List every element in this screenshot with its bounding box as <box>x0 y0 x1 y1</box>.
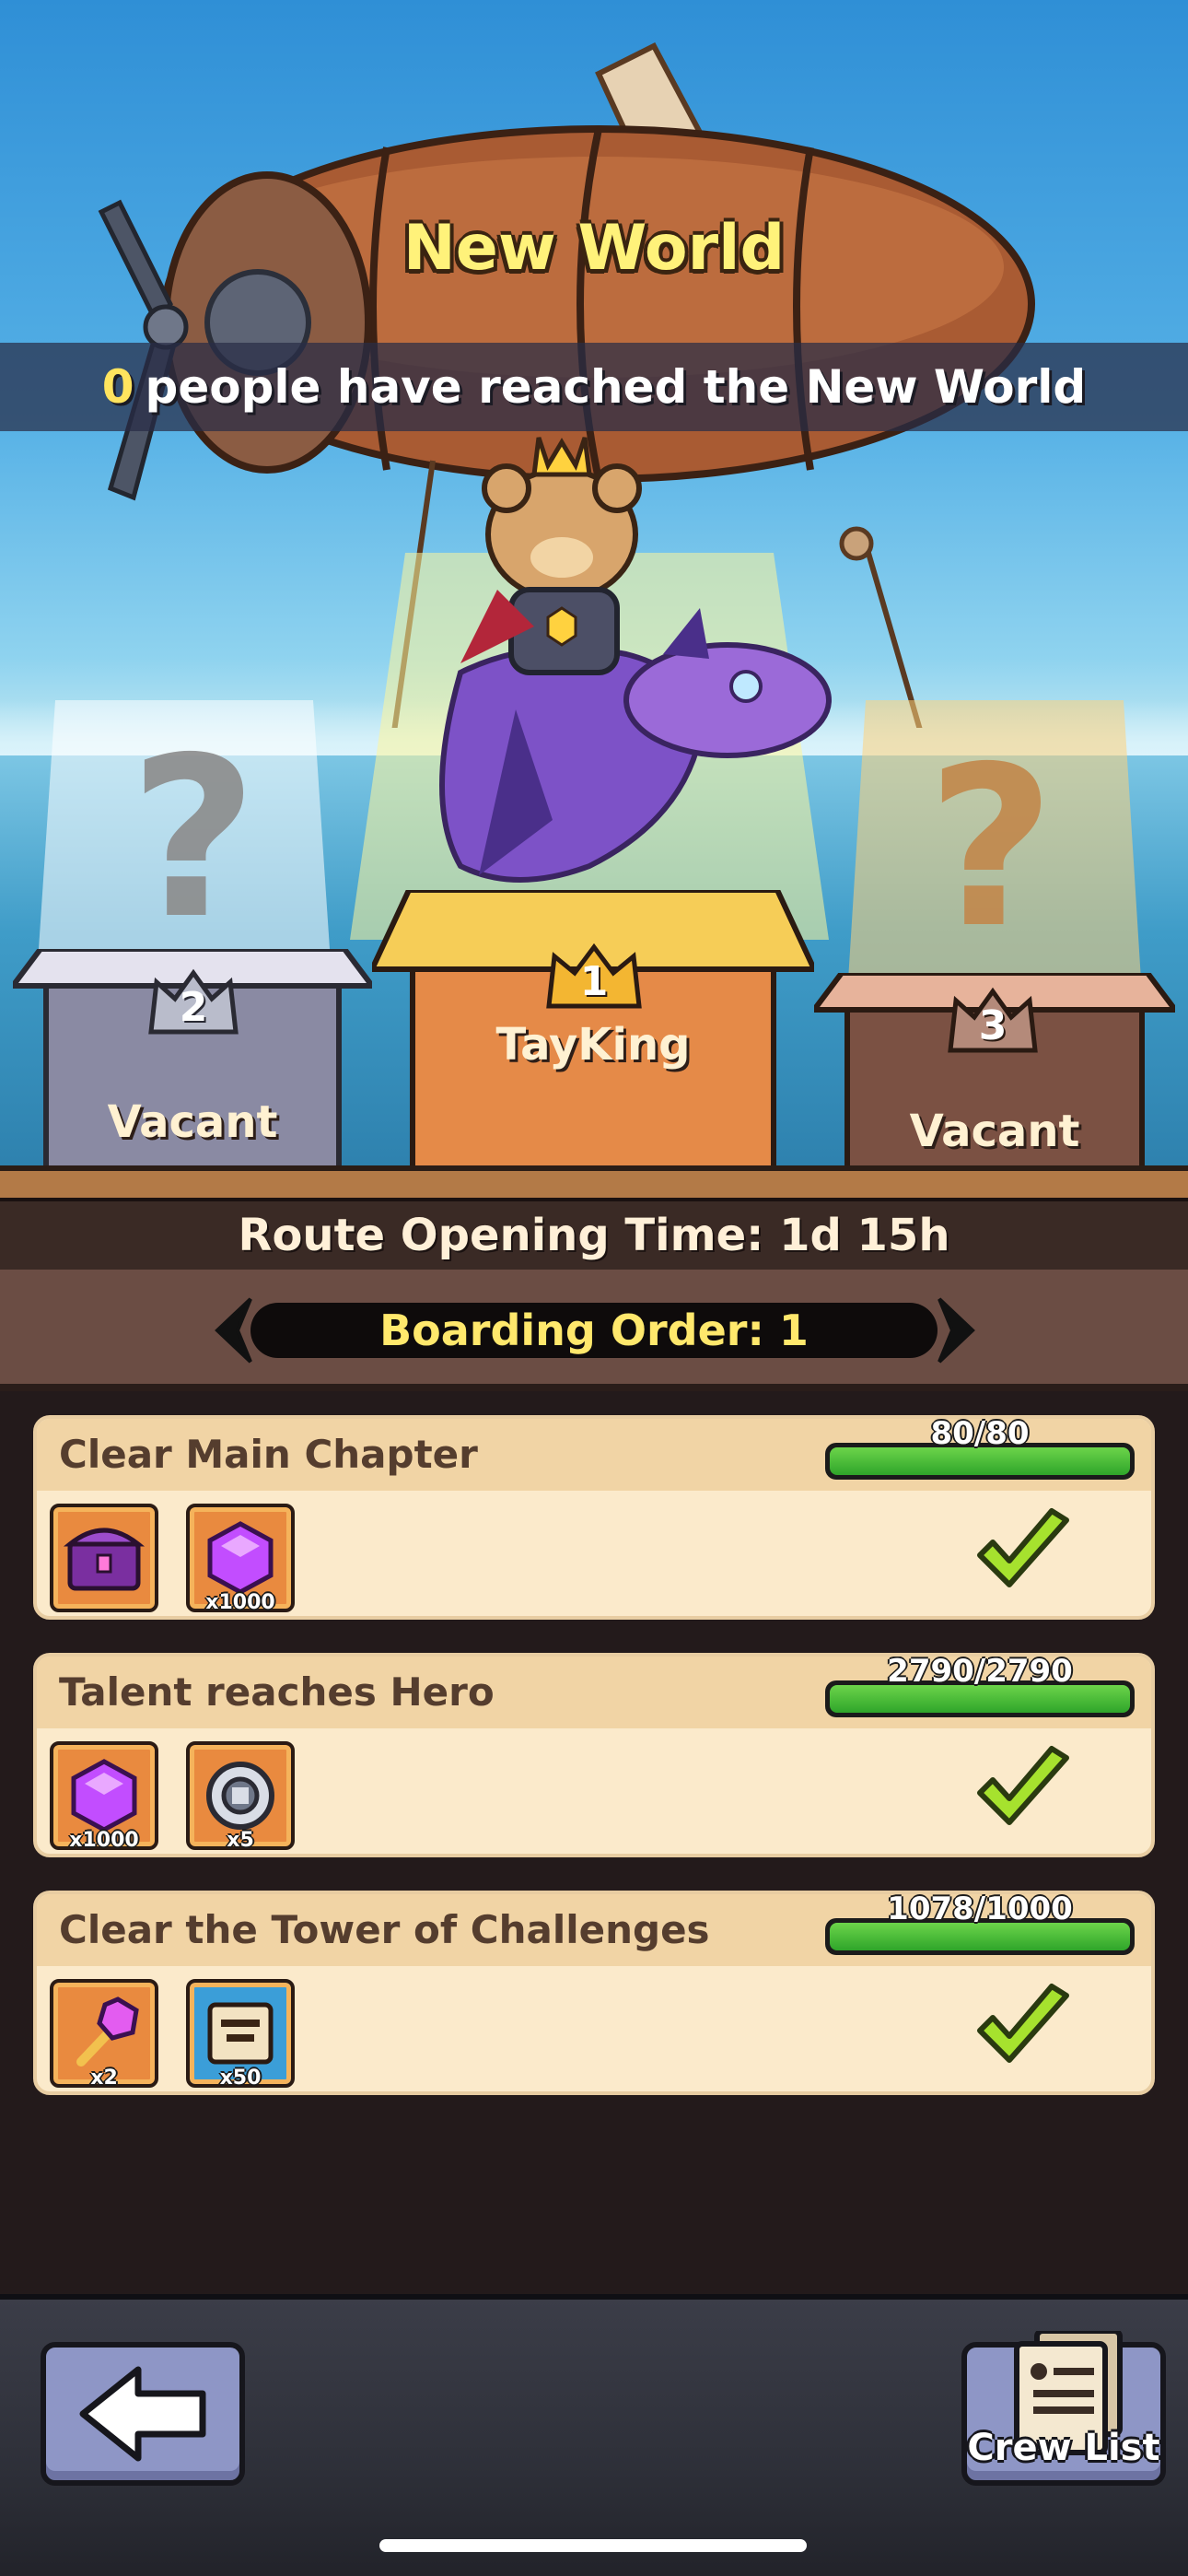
crown-badge-rank-3: 3 <box>945 986 1041 1056</box>
reward-slot[interactable]: x50 <box>186 1979 295 2090</box>
crown-badge-rank-1: 1 <box>543 942 645 1012</box>
task-card: Clear Main Chapter 80/80 x1000 <box>33 1415 1155 1620</box>
reward-slot[interactable] <box>50 1504 158 1612</box>
hero-bear-king-on-dragon <box>439 437 832 912</box>
task-card: Clear the Tower of Challenges 1078/1000 … <box>33 1891 1155 2095</box>
home-indicator[interactable] <box>379 2539 807 2552</box>
reward-quantity: x2 <box>90 2067 118 2090</box>
crown-rank-number: 2 <box>179 984 208 1031</box>
podium-name-label: Vacant <box>909 1106 1080 1157</box>
boarding-order-label: Boarding Order: 1 <box>250 1303 938 1358</box>
reached-count: 0 <box>101 360 134 414</box>
reward-quantity: x5 <box>227 1829 254 1852</box>
crew-list-label: Crew List <box>967 2427 1160 2469</box>
back-button[interactable] <box>41 2342 245 2486</box>
checkmark-icon <box>977 1984 1069 2063</box>
task-progress-text: 80/80 <box>930 1415 1030 1452</box>
reward-slot[interactable]: x1000 <box>50 1741 158 1852</box>
podium-name-label: TayKing <box>495 1019 691 1071</box>
boarding-order-bar: Boarding Order: 1 <box>0 1270 1188 1391</box>
task-list: Clear Main Chapter 80/80 x1000 Talent re… <box>0 1391 1188 2294</box>
podium-name-label: Vacant <box>107 1096 278 1148</box>
reward-slot[interactable]: x1000 <box>186 1504 295 1614</box>
checkmark-icon <box>977 1746 1069 1825</box>
crew-list-button[interactable]: Crew List <box>961 2331 1166 2486</box>
deck-floor <box>0 1165 1188 1198</box>
reward-slot[interactable]: x2 <box>50 1979 158 2090</box>
task-card: Talent reaches Hero 2790/2790 x1000 x5 <box>33 1653 1155 1857</box>
reward-quantity: x50 <box>219 2067 262 2090</box>
unknown-question-mark-left: ? <box>129 709 258 967</box>
crown-rank-number: 3 <box>978 1002 1007 1049</box>
task-title: Talent reaches Hero <box>59 1669 495 1715</box>
task-progress-text: 2790/2790 <box>887 1653 1073 1690</box>
route-opening-time: Route Opening Time: 1d 15h <box>0 1198 1188 1270</box>
checkmark-icon <box>977 1508 1069 1587</box>
page-title: New World <box>402 212 786 285</box>
unknown-question-mark-right: ? <box>926 719 1055 977</box>
back-arrow-icon <box>79 2366 206 2462</box>
task-title: Clear the Tower of Challenges <box>59 1907 710 1952</box>
chevron-left-icon[interactable] <box>210 1295 256 1365</box>
crown-rank-number: 1 <box>579 958 609 1005</box>
crown-badge-rank-2: 2 <box>146 967 241 1037</box>
reward-slot[interactable]: x5 <box>186 1741 295 1852</box>
reward-quantity: x1000 <box>69 1829 139 1852</box>
task-progress-text: 1078/1000 <box>887 1891 1073 1927</box>
reward-quantity: x1000 <box>205 1591 275 1614</box>
reached-text: people have reached the New World <box>145 360 1087 414</box>
task-title: Clear Main Chapter <box>59 1432 478 1477</box>
reached-count-banner: 0 people have reached the New World <box>0 343 1188 431</box>
scene-background: Vacant ? 2 TayKing 1 Vacant ? 3 <box>0 0 1188 1198</box>
podium-rank-1[interactable]: TayKing <box>372 890 814 1198</box>
treasure-chest-icon <box>63 1528 146 1591</box>
chevron-right-icon[interactable] <box>934 1295 980 1365</box>
